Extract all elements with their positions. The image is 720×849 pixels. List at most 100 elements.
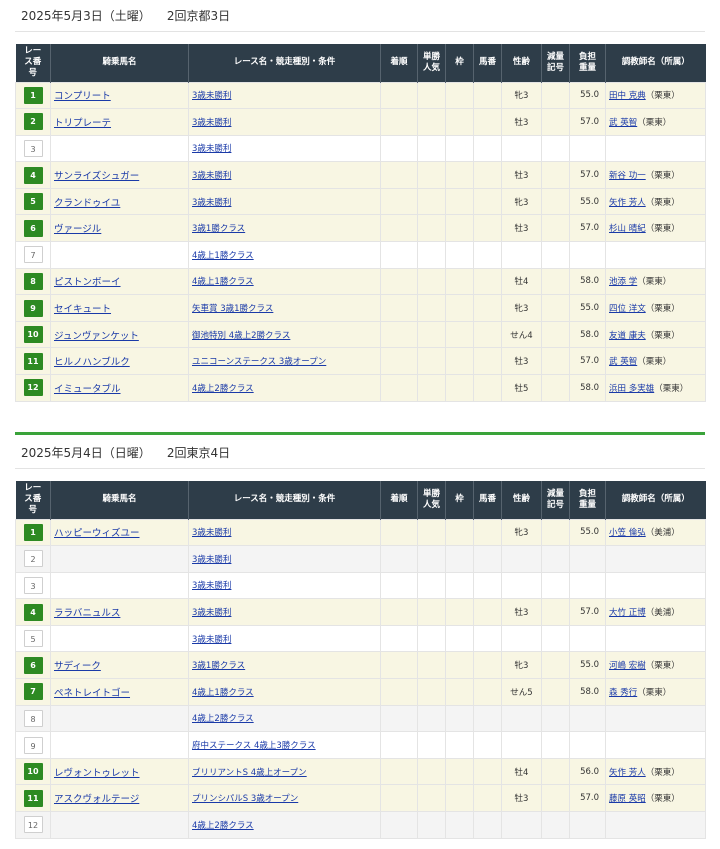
race-link[interactable]: プリンシパルS 3歳オープン	[192, 794, 298, 804]
trainer-link[interactable]: 河嶋 宏樹	[609, 661, 646, 671]
horse-link[interactable]: ララバニュルス	[54, 608, 120, 619]
col-horse-no: 馬番	[473, 481, 502, 519]
trainer-link[interactable]: 矢作 芳人	[609, 198, 646, 208]
sex-age-cell: 牡4	[501, 757, 542, 786]
frame-cell	[445, 545, 474, 573]
col-weight: 負担重量	[569, 481, 606, 519]
sex-age-cell	[501, 624, 542, 653]
horse-cell	[50, 704, 189, 733]
race-no-badge: 3	[23, 576, 43, 594]
race-link[interactable]: 3歳未勝利	[192, 608, 231, 618]
race-link[interactable]: 3歳未勝利	[192, 171, 231, 181]
sex-age-cell: 牡3	[501, 784, 542, 813]
horse-link[interactable]: アスクヴォルテージ	[54, 794, 139, 805]
race-no-badge: 7	[23, 683, 43, 701]
race-link[interactable]: 3歳1勝クラス	[192, 661, 245, 671]
table-header-row: レース番号 騎乗馬名 レース名・競走種別・条件 着順 単勝人気 枠 馬番 性齢 …	[15, 44, 706, 82]
race-link[interactable]: 3歳未勝利	[192, 635, 231, 645]
reduce-cell	[541, 214, 570, 243]
weight-cell	[569, 545, 606, 573]
race-link[interactable]: 3歳未勝利	[192, 118, 231, 128]
trainer-link[interactable]: 森 秀行	[609, 688, 637, 698]
trainer-link[interactable]: 武 英智	[609, 118, 637, 128]
race-no-badge: 5	[23, 193, 43, 211]
race-cell: 4歳上2勝クラス	[188, 811, 381, 839]
race-link[interactable]: 御池特別 4歳上2勝クラス	[192, 331, 290, 341]
race-link[interactable]: ユニコーンステークス 3歳オープン	[192, 357, 326, 367]
race-link[interactable]: 3歳未勝利	[192, 555, 231, 565]
title-divider	[15, 31, 705, 32]
trainer-link[interactable]: 矢作 芳人	[609, 768, 646, 778]
trainer-link[interactable]: 新谷 功一	[609, 171, 646, 181]
horse-link[interactable]: イミュータブル	[54, 384, 121, 395]
race-no-cell: 7	[15, 241, 51, 269]
table-row: 12 4歳上2勝クラス	[15, 811, 706, 839]
trainer-link[interactable]: 小笠 倫弘	[609, 528, 646, 538]
weight-cell: 55.0	[569, 187, 606, 216]
race-link[interactable]: ブリリアントS 4歳上オープン	[192, 768, 307, 778]
race-link[interactable]: 3歳1勝クラス	[192, 224, 245, 234]
race-link[interactable]: 矢車賞 3歳1勝クラス	[192, 304, 273, 314]
race-cell: 3歳未勝利	[188, 108, 381, 136]
trainer-link[interactable]: 池添 学	[609, 277, 637, 287]
horse-link[interactable]: クランドゥイユ	[54, 198, 120, 209]
trainer-link[interactable]: 武 英智	[609, 357, 637, 367]
horse-link[interactable]: ハッピーウィズユー	[54, 528, 140, 539]
horse-link[interactable]: コンプリート	[54, 91, 111, 102]
race-link[interactable]: 3歳未勝利	[192, 91, 231, 101]
rank-cell	[380, 731, 418, 759]
fav-cell	[417, 757, 446, 786]
horse-link[interactable]: ピストンボーイ	[54, 277, 121, 288]
trainer-link[interactable]: 友道 康夫	[609, 331, 646, 341]
table-row: 3 3歳未勝利	[15, 134, 706, 163]
horse-link[interactable]: レヴォントゥレット	[54, 768, 140, 779]
race-link[interactable]: 4歳上2勝クラス	[192, 821, 254, 831]
horse-link[interactable]: トリプレーテ	[54, 118, 111, 129]
race-link[interactable]: 3歳未勝利	[192, 581, 231, 591]
race-no-badge: 1	[23, 86, 43, 104]
race-link[interactable]: 3歳未勝利	[192, 528, 231, 538]
race-no-badge: 11	[23, 789, 43, 807]
trainer-link[interactable]: 四位 洋文	[609, 304, 646, 314]
weight-cell: 57.0	[569, 784, 606, 813]
race-link[interactable]: 4歳上1勝クラス	[192, 277, 254, 287]
trainer-cell: 新谷 功一（栗東）	[605, 161, 706, 189]
horse-no-cell	[473, 134, 502, 163]
race-link[interactable]: 3歳未勝利	[192, 144, 231, 154]
horse-no-cell	[473, 757, 502, 786]
race-link[interactable]: 4歳上1勝クラス	[192, 251, 254, 261]
reduce-cell	[541, 518, 570, 547]
reduce-cell	[541, 347, 570, 376]
trainer-link[interactable]: 杉山 晴紀	[609, 224, 646, 234]
horse-link[interactable]: サディーク	[54, 661, 101, 672]
trainer-link[interactable]: 大竹 正博	[609, 608, 646, 618]
weight-cell	[569, 811, 606, 839]
horse-link[interactable]: サンライズシュガー	[54, 171, 139, 182]
horse-link[interactable]: セイキュート	[54, 304, 111, 315]
trainer-cell	[605, 624, 706, 653]
sex-age-cell	[501, 704, 542, 733]
horse-link[interactable]: ジュンヴァンケット	[54, 331, 139, 342]
fav-cell	[417, 545, 446, 573]
trainer-link[interactable]: 浜田 多実雄	[609, 384, 654, 394]
trainer-affiliation: （栗東）	[645, 171, 680, 182]
trainer-link[interactable]: 田中 克典	[609, 91, 646, 101]
race-link[interactable]: 4歳上2勝クラス	[192, 714, 254, 724]
weight-cell: 58.0	[569, 267, 606, 296]
race-cell: 3歳未勝利	[188, 161, 381, 189]
race-link[interactable]: 府中ステークス 4歳上3勝クラス	[192, 741, 316, 751]
rank-cell	[380, 545, 418, 573]
frame-cell	[445, 134, 474, 163]
sex-age-cell: 牡5	[501, 374, 542, 402]
horse-cell	[50, 624, 189, 653]
trainer-link[interactable]: 藤原 英昭	[609, 794, 646, 804]
trainer-cell: 藤原 英昭（栗東）	[605, 784, 706, 813]
horse-link[interactable]: ヒルノハンブルク	[54, 357, 130, 368]
fav-cell	[417, 108, 446, 136]
horse-link[interactable]: ペネトレイトゴー	[54, 688, 130, 699]
race-link[interactable]: 4歳上1勝クラス	[192, 688, 254, 698]
horse-link[interactable]: ヴァージル	[54, 224, 101, 235]
table-row: 2 トリプレーテ 3歳未勝利 牡3 57.0 武 英智（栗東）	[15, 108, 706, 136]
race-link[interactable]: 4歳上2勝クラス	[192, 384, 254, 394]
race-link[interactable]: 3歳未勝利	[192, 198, 231, 208]
